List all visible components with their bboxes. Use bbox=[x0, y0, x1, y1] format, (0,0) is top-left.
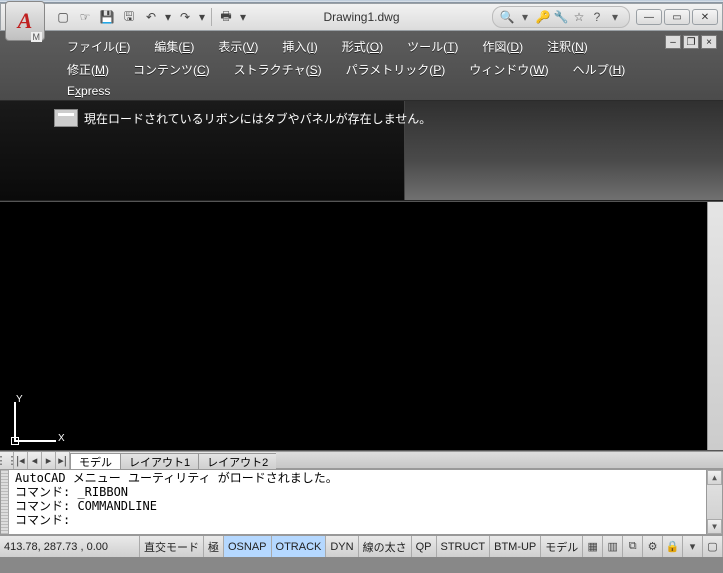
command-line-text: AutoCAD メニュー ユーティリティ がロードされました。 コマンド: _R… bbox=[1, 470, 722, 528]
command-line-grip[interactable] bbox=[1, 470, 9, 534]
menu-item[interactable]: 表示(V) bbox=[206, 35, 270, 58]
status-btmup[interactable]: BTM-UP bbox=[490, 536, 541, 557]
command-scrollbar[interactable]: ▲ ▼ bbox=[706, 470, 722, 534]
ucs-x-label: X bbox=[58, 433, 65, 444]
quick-access-toolbar: ▢ ☞ 💾 🖫 ↶ ▾ ↷ ▾ 🖶 ▾ bbox=[53, 7, 248, 27]
ucs-icon: Y X bbox=[14, 396, 64, 442]
menu-item[interactable]: コンテンツ(C) bbox=[121, 58, 222, 81]
toolbar-lock-icon[interactable]: 🔒 bbox=[663, 536, 683, 557]
command-line[interactable]: AutoCAD メニュー ユーティリティ がロードされました。 コマンド: _R… bbox=[0, 469, 723, 535]
workspace-switching-icon[interactable]: ⚙ bbox=[643, 536, 663, 557]
key-icon[interactable]: 🔑 bbox=[535, 9, 551, 25]
minimize-button[interactable]: — bbox=[636, 9, 662, 25]
scroll-up-icon[interactable]: ▲ bbox=[707, 470, 722, 485]
menu-item[interactable]: ウィンドウ(W) bbox=[457, 58, 560, 81]
menu-item[interactable]: 編集(E) bbox=[142, 35, 206, 58]
quickview-layouts-icon[interactable]: ▦ bbox=[583, 536, 603, 557]
close-button[interactable]: ✕ bbox=[692, 9, 718, 25]
vertical-scrollbar[interactable] bbox=[707, 202, 723, 450]
window-controls: — ▭ ✕ bbox=[636, 9, 718, 25]
menu-item[interactable]: ツール(T) bbox=[395, 35, 470, 58]
menu-item-express[interactable]: Express bbox=[55, 81, 122, 101]
undo-dropdown-icon[interactable]: ▾ bbox=[163, 7, 173, 27]
menu-item[interactable]: パラメトリック(P) bbox=[334, 58, 458, 81]
status-qp[interactable]: QP bbox=[412, 536, 437, 557]
open-icon[interactable]: ☞ bbox=[75, 7, 95, 27]
status-model-space[interactable]: モデル bbox=[541, 536, 583, 557]
scroll-down-icon[interactable]: ▼ bbox=[707, 519, 722, 534]
title-bar: A M ▢ ☞ 💾 🖫 ↶ ▾ ↷ ▾ 🖶 ▾ Drawing1.dwg 🔍 ▾… bbox=[0, 3, 723, 31]
search-dropdown-icon[interactable]: ▾ bbox=[517, 9, 533, 25]
doc-minimize-button[interactable]: – bbox=[665, 35, 681, 49]
ribbon-message-text: 現在ロードされているリボンにはタブやパネルが存在しません。 bbox=[84, 110, 431, 127]
horizontal-scrollbar[interactable] bbox=[276, 452, 723, 469]
redo-dropdown-icon[interactable]: ▾ bbox=[197, 7, 207, 27]
help-icon[interactable]: ? bbox=[589, 9, 605, 25]
qat-separator bbox=[211, 8, 212, 26]
document-window-controls: – ❐ × bbox=[665, 35, 717, 49]
menu-item[interactable]: 修正(M) bbox=[55, 58, 121, 81]
tab-next-icon[interactable]: ▸ bbox=[42, 452, 56, 469]
menu-item[interactable]: 注釈(N) bbox=[535, 35, 600, 58]
app-menu-button[interactable]: A M bbox=[5, 1, 45, 41]
ribbon-area: 現在ロードされているリボンにはタブやパネルが存在しません。 bbox=[0, 101, 723, 201]
ucs-y-label: Y bbox=[16, 394, 23, 405]
undo-icon[interactable]: ↶ bbox=[141, 7, 161, 27]
menu-item[interactable]: 形式(O) bbox=[330, 35, 395, 58]
menu-item[interactable]: 作図(D) bbox=[470, 35, 535, 58]
annotation-scale-icon[interactable]: ⧉ bbox=[623, 536, 643, 557]
drawing-area[interactable]: Y X bbox=[0, 201, 723, 451]
print-icon[interactable]: 🖶 bbox=[216, 7, 236, 27]
tab-layout2[interactable]: レイアウト2 bbox=[198, 453, 277, 469]
status-polar[interactable]: 極 bbox=[204, 536, 224, 557]
new-icon[interactable]: ▢ bbox=[53, 7, 73, 27]
tools-icon[interactable]: 🔧 bbox=[553, 9, 569, 25]
status-bar: 413.78, 287.73 , 0.00 直交モード 極 OSNAP OTRA… bbox=[0, 535, 723, 557]
info-dropdown-icon[interactable]: ▾ bbox=[607, 9, 623, 25]
clean-screen-icon[interactable]: ▢ bbox=[703, 536, 723, 557]
tab-last-icon[interactable]: ▸| bbox=[56, 452, 70, 469]
status-osnap[interactable]: OSNAP bbox=[224, 536, 272, 557]
tabs-grip-icon[interactable]: ⋮⋮ bbox=[0, 452, 14, 469]
app-logo-m: M bbox=[31, 32, 43, 42]
menu-item[interactable]: ファイル(F) bbox=[55, 35, 142, 58]
tab-first-icon[interactable]: |◂ bbox=[14, 452, 28, 469]
redo-icon[interactable]: ↷ bbox=[175, 7, 195, 27]
save-icon[interactable]: 💾 bbox=[97, 7, 117, 27]
tab-model[interactable]: モデル bbox=[70, 453, 121, 469]
status-lineweight[interactable]: 線の太さ bbox=[359, 536, 412, 557]
status-struct[interactable]: STRUCT bbox=[437, 536, 491, 557]
status-otrack[interactable]: OTRACK bbox=[272, 536, 327, 557]
app-logo-icon: A bbox=[18, 8, 33, 34]
status-ortho[interactable]: 直交モード bbox=[140, 536, 204, 557]
doc-close-button[interactable]: × bbox=[701, 35, 717, 49]
info-center: 🔍 ▾ 🔑 🔧 ☆ ? ▾ bbox=[492, 6, 630, 28]
status-dyn[interactable]: DYN bbox=[326, 536, 358, 557]
saveas-icon[interactable]: 🖫 bbox=[119, 7, 139, 27]
tab-prev-icon[interactable]: ◂ bbox=[28, 452, 42, 469]
panel-icon bbox=[54, 109, 78, 127]
qat-dropdown-icon[interactable]: ▾ bbox=[238, 7, 248, 27]
tab-layout1[interactable]: レイアウト1 bbox=[120, 453, 199, 469]
menu-item[interactable]: 挿入(I) bbox=[270, 35, 329, 58]
menu-bar: – ❐ × ファイル(F)編集(E)表示(V)挿入(I)形式(O)ツール(T)作… bbox=[0, 31, 723, 101]
maximize-button[interactable]: ▭ bbox=[664, 9, 690, 25]
status-dropdown-icon[interactable]: ▾ bbox=[683, 536, 703, 557]
doc-restore-button[interactable]: ❐ bbox=[683, 35, 699, 49]
search-icon[interactable]: 🔍 bbox=[499, 9, 515, 25]
layout-tabs: ⋮⋮ |◂ ◂ ▸ ▸| モデル レイアウト1 レイアウト2 bbox=[0, 451, 723, 469]
status-coords[interactable]: 413.78, 287.73 , 0.00 bbox=[0, 536, 140, 557]
quickview-drawings-icon[interactable]: ▥ bbox=[603, 536, 623, 557]
menu-item[interactable]: ストラクチャ(S) bbox=[222, 58, 334, 81]
menu-item[interactable]: ヘルプ(H) bbox=[561, 58, 638, 81]
favorite-icon[interactable]: ☆ bbox=[571, 9, 587, 25]
ribbon-empty-message: 現在ロードされているリボンにはタブやパネルが存在しません。 bbox=[54, 109, 431, 127]
